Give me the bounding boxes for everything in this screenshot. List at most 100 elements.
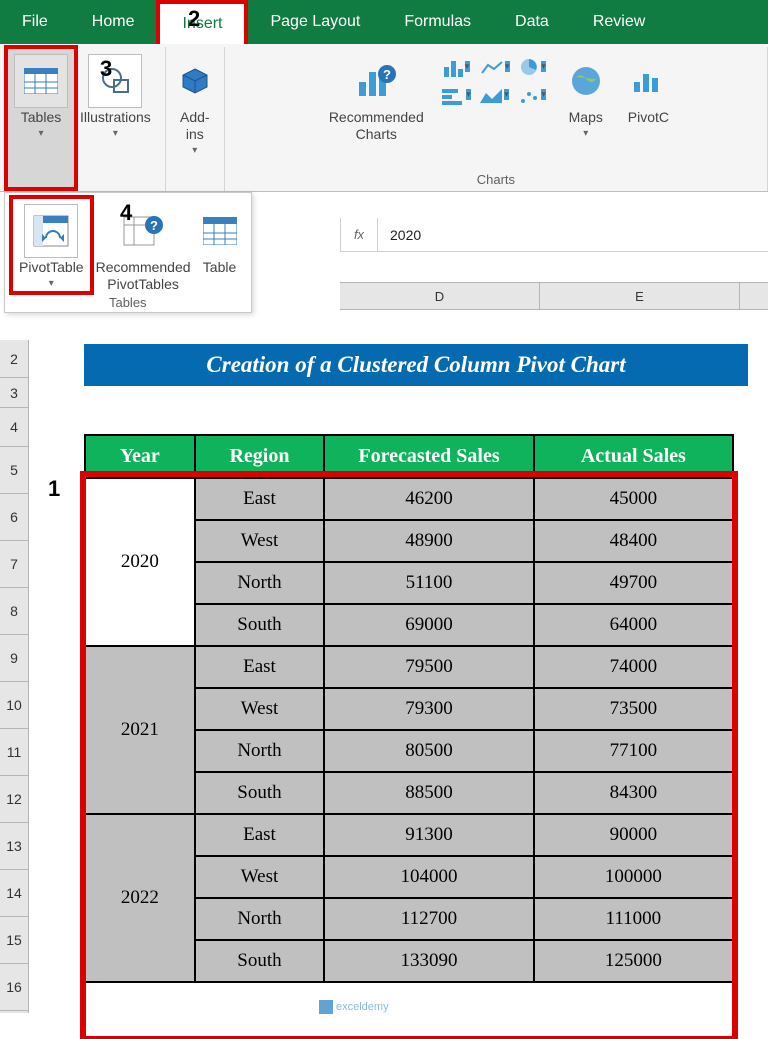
table-row[interactable]: 2022East9130090000 [85,814,733,856]
cell-forecast[interactable]: 112700 [324,898,533,940]
th-year: Year [85,435,195,478]
table-row[interactable]: 2021East7950074000 [85,646,733,688]
table-button[interactable]: Table [197,199,243,278]
recommended-pivottables-button[interactable]: ? Recommended PivotTables [90,199,197,295]
cell-region[interactable]: North [195,898,325,940]
scatter-chart-icon[interactable]: ▾ [518,83,548,105]
rowhdr[interactable]: 9 [0,635,28,682]
rowhdr[interactable]: 5 [0,447,28,494]
formula-bar: fx 2020 [340,218,768,252]
cell-year[interactable]: 2020 [85,478,195,646]
cell-actual[interactable]: 64000 [534,604,733,646]
group-tables: Tables ▾ Illustrations ▾ [0,47,166,191]
cell-actual[interactable]: 125000 [534,940,733,982]
area-chart-icon[interactable]: ▾ [480,83,510,105]
cell-forecast[interactable]: 46200 [324,478,533,520]
tables-button[interactable]: Tables ▾ [8,49,74,187]
column-headers: D E [340,282,768,310]
cell-region[interactable]: North [195,730,325,772]
formula-value[interactable]: 2020 [378,227,768,243]
cell-actual[interactable]: 100000 [534,856,733,898]
addins-button[interactable]: Add- ins ▾ [174,49,216,187]
rowhdr[interactable]: 6 [0,494,28,541]
cell-region[interactable]: West [195,856,325,898]
cell-forecast[interactable]: 133090 [324,940,533,982]
tab-data[interactable]: Data [493,0,571,44]
column-chart-icon[interactable]: ▾ [442,55,472,77]
cell-region[interactable]: North [195,562,325,604]
rowhdr[interactable]: 12 [0,776,28,823]
recommended-chart-icon: ? [355,62,397,100]
tab-insert[interactable]: Insert [156,0,248,44]
rowhdr[interactable]: 8 [0,588,28,635]
chevron-down-icon: ▾ [583,128,588,139]
cell-actual[interactable]: 74000 [534,646,733,688]
cell-forecast[interactable]: 91300 [324,814,533,856]
tab-pagelayout[interactable]: Page Layout [248,0,382,44]
rowhdr[interactable]: 4 [0,408,28,447]
cell-forecast[interactable]: 80500 [324,730,533,772]
chevron-down-icon: ▾ [38,128,43,139]
rowhdr[interactable]: 2 [0,340,28,378]
rowhdr[interactable]: 13 [0,823,28,870]
cell-region[interactable]: West [195,520,325,562]
rowhdr[interactable]: 11 [0,729,28,776]
rowhdr[interactable]: 3 [0,378,28,408]
svg-text:?: ? [150,218,158,233]
cell-region[interactable]: West [195,688,325,730]
fx-icon[interactable]: fx [340,218,378,251]
bar-chart-icon[interactable]: ▾ [442,83,472,105]
chevron-down-icon: ▾ [192,145,197,156]
group-charts: ? Recommended Charts ▾ ▾ ▾ ▾ ▾ ▾ Maps ▾ [225,47,768,191]
cell-actual[interactable]: 84300 [534,772,733,814]
cell-region[interactable]: East [195,646,325,688]
cell-year[interactable]: 2022 [85,814,195,982]
rowhdr[interactable]: 16 [0,964,28,1011]
cell-region[interactable]: South [195,772,325,814]
chart-gallery[interactable]: ▾ ▾ ▾ ▾ ▾ ▾ [442,55,550,109]
pie-chart-icon[interactable]: ▾ [518,55,548,77]
pivottable-button[interactable]: PivotTable ▾ [13,199,90,291]
cell-actual[interactable]: 73500 [534,688,733,730]
cell-actual[interactable]: 45000 [534,478,733,520]
table-row[interactable]: 2020East4620045000 [85,478,733,520]
rowhdr[interactable]: 7 [0,541,28,588]
rowhdr[interactable]: 15 [0,917,28,964]
recommended-charts-button[interactable]: ? Recommended Charts [323,49,430,172]
cell-actual[interactable]: 48400 [534,520,733,562]
cell-region[interactable]: East [195,478,325,520]
cell-region[interactable]: East [195,814,325,856]
cell-forecast[interactable]: 51100 [324,562,533,604]
cell-region[interactable]: South [195,940,325,982]
rowhdr[interactable]: 14 [0,870,28,917]
callout-4: 4 [120,200,132,226]
cell-actual[interactable]: 90000 [534,814,733,856]
illustrations-button[interactable]: Illustrations ▾ [74,49,157,187]
colhdr-e[interactable]: E [540,283,740,309]
tab-formulas[interactable]: Formulas [382,0,493,44]
colhdr-d[interactable]: D [340,283,540,309]
group-addins: Add- ins ▾ [166,47,225,191]
rowhdr[interactable]: 10 [0,682,28,729]
tab-home[interactable]: Home [70,0,157,44]
cell-forecast[interactable]: 69000 [324,604,533,646]
cell-forecast[interactable]: 88500 [324,772,533,814]
tab-file[interactable]: File [0,0,70,44]
cell-forecast[interactable]: 48900 [324,520,533,562]
sheet[interactable]: Creation of a Clustered Column Pivot Cha… [29,340,768,1013]
ribbon-insert: Tables ▾ Illustrations ▾ Add- ins ▾ [0,44,768,192]
maps-button[interactable]: Maps ▾ [562,49,610,172]
cell-forecast[interactable]: 104000 [324,856,533,898]
cell-actual[interactable]: 111000 [534,898,733,940]
tab-review[interactable]: Review [571,0,667,44]
line-chart-icon[interactable]: ▾ [480,55,510,77]
cell-year[interactable]: 2021 [85,646,195,814]
cell-actual[interactable]: 77100 [534,730,733,772]
svg-text:?: ? [383,67,391,82]
pivotchart-button[interactable]: PivotC [622,49,669,172]
cell-region[interactable]: South [195,604,325,646]
cell-forecast[interactable]: 79500 [324,646,533,688]
cell-actual[interactable]: 49700 [534,562,733,604]
cell-forecast[interactable]: 79300 [324,688,533,730]
insert-table-icon [203,217,237,245]
